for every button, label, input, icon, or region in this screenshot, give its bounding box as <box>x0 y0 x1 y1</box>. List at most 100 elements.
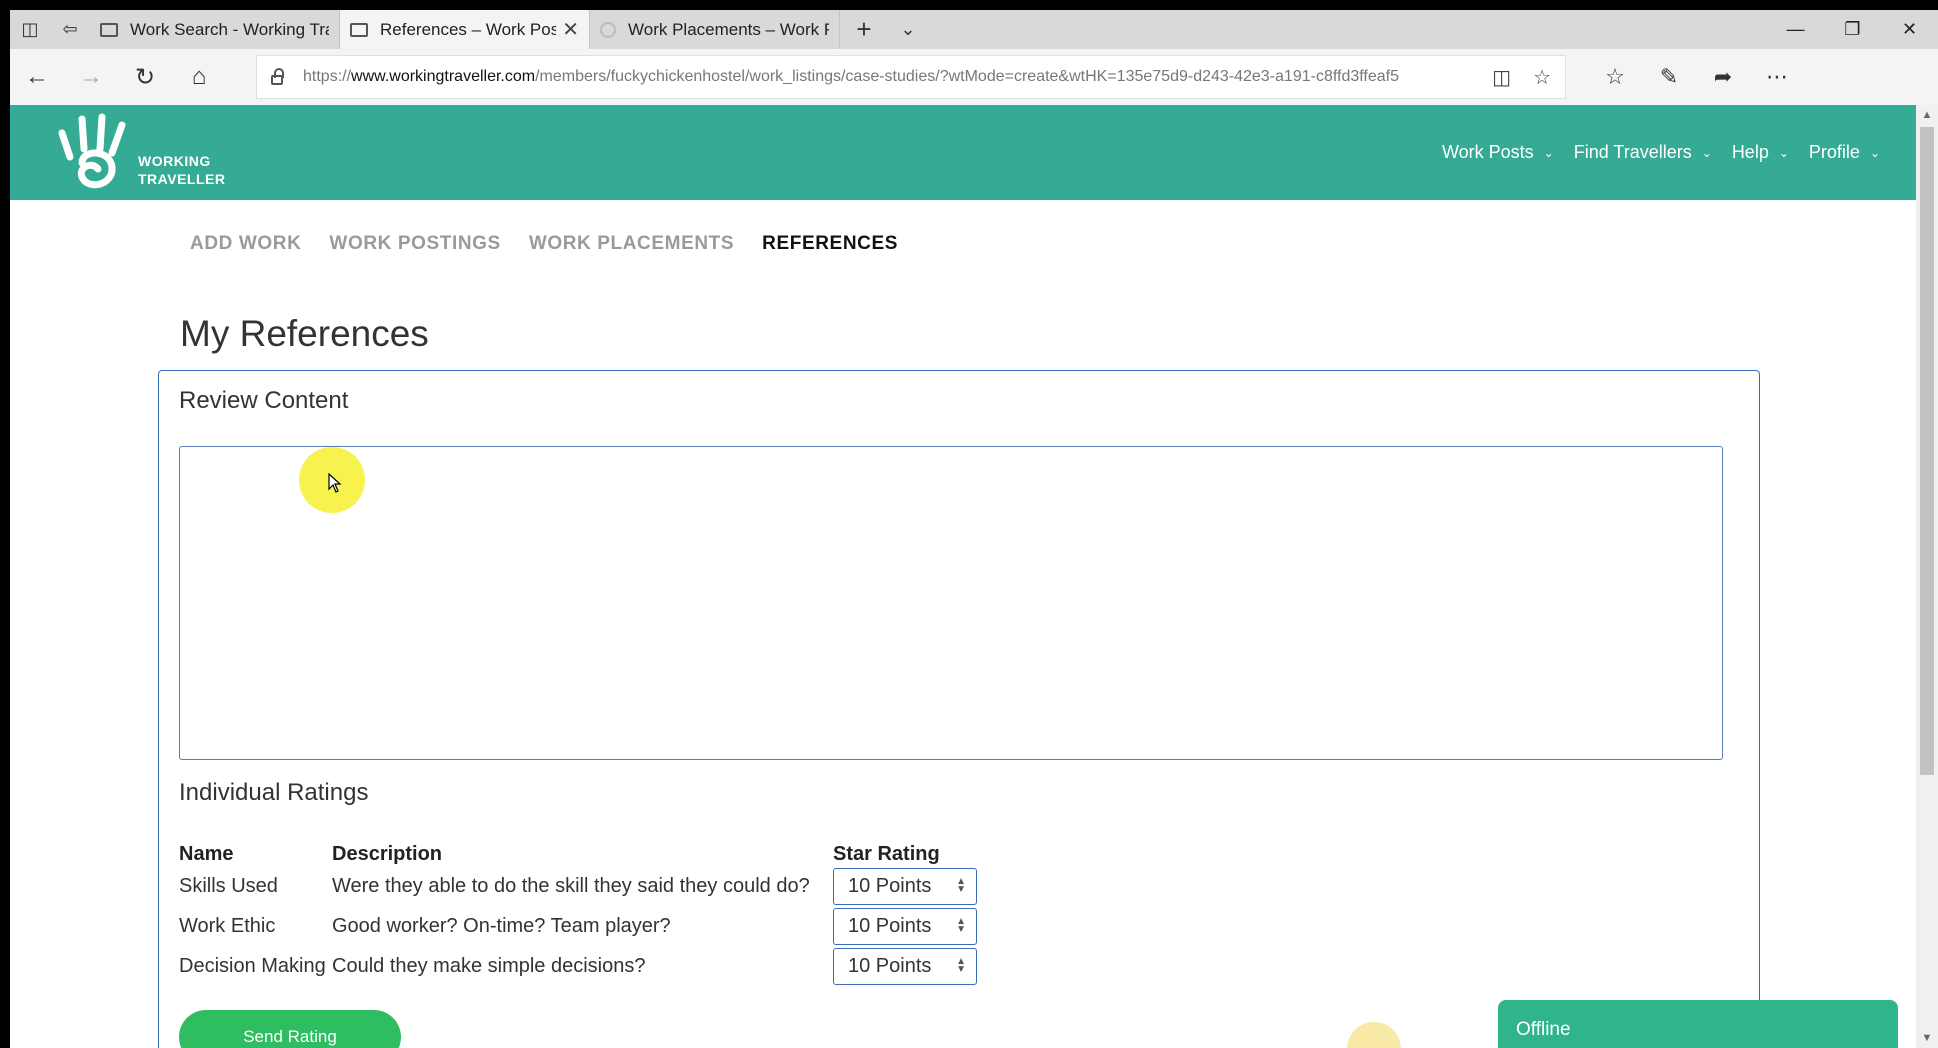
favorites-icon[interactable]: ☆ <box>1588 64 1642 90</box>
nav-label: Help <box>1731 142 1769 162</box>
chevron-down-icon: ⌄ <box>1543 145 1554 160</box>
page-viewport: WORKING TRAVELLER Work Posts ⌄ Find Trave… <box>10 105 1938 1048</box>
rating-select-skills-used[interactable]: 10 Points ▲ ▼ <box>833 867 977 905</box>
url-text[interactable]: https://www.workingtraveller.com/members… <box>303 68 1492 86</box>
browser-toolbar: ← → ↻ ⌂ https://www.workingtraveller.com… <box>10 49 1938 105</box>
close-window-icon[interactable]: ✕ <box>1881 10 1938 49</box>
rating-value: 10 Points <box>848 954 932 977</box>
scroll-up-icon[interactable]: ▲ <box>1916 105 1938 125</box>
browser-tab-work-placements[interactable]: Work Placements – Work Pc <box>590 10 840 49</box>
browser-tab-references[interactable]: References – Work Post ✕ <box>340 10 590 49</box>
hand-logo-icon <box>58 113 126 189</box>
browser-tab-work-search[interactable]: Work Search - Working Trav <box>90 10 340 49</box>
tab-strip: ◫ ⇦ Work Search - Working Trav Reference… <box>10 10 1938 49</box>
subnav-add-work[interactable]: ADD WORK <box>190 233 301 255</box>
ratings-header-row: Name Description Star Rating <box>179 836 993 866</box>
subnav-work-placements[interactable]: WORK PLACEMENTS <box>529 233 734 255</box>
reference-form: Review Content Individual Ratings Name D… <box>158 370 1760 1048</box>
more-icon[interactable]: ⋯ <box>1750 64 1804 90</box>
window-controls: — ❐ ✕ <box>1767 10 1938 49</box>
reading-view-icon[interactable]: ◫ <box>1492 65 1511 90</box>
home-icon[interactable]: ⌂ <box>172 49 226 105</box>
chevron-down-icon: ⌄ <box>1869 145 1880 160</box>
chevron-down-icon[interactable]: ⌄ <box>888 10 928 49</box>
close-tab-icon[interactable]: ✕ <box>562 17 579 42</box>
page-icon <box>350 22 368 37</box>
logo-line-2: TRAVELLER <box>138 171 226 187</box>
header-name: Name <box>179 843 234 865</box>
forward-icon[interactable]: → <box>64 49 118 105</box>
tab-label: References – Work Post <box>380 19 557 39</box>
rating-description: Could they make simple decisions? <box>332 954 646 977</box>
updown-arrows-icon: ▲ ▼ <box>956 876 966 895</box>
logo-wordmark: WORKING TRAVELLER <box>138 152 225 188</box>
tab-label: Work Placements – Work Pc <box>628 19 829 39</box>
toolbar-right: ☆ ✎ ➦ ⋯ <box>1588 64 1804 90</box>
scrollbar-thumb[interactable] <box>1920 127 1934 775</box>
tab-label: Work Search - Working Trav <box>130 19 329 39</box>
url-path: /members/fuckychickenhostel/work_listing… <box>535 68 1399 85</box>
review-content-title: Review Content <box>179 387 349 414</box>
mouse-cursor-icon <box>328 473 342 493</box>
ratings-table: Name Description Star Rating Skills Used… <box>179 836 993 986</box>
browser-window: ◫ ⇦ Work Search - Working Trav Reference… <box>10 10 1938 1048</box>
updown-arrows-icon: ▲ ▼ <box>956 956 966 975</box>
nav-profile[interactable]: Profile ⌄ <box>1809 142 1880 163</box>
page-scrollbar[interactable]: ▲ ▼ <box>1916 105 1938 1048</box>
refresh-icon[interactable]: ↻ <box>118 49 172 105</box>
rating-value: 10 Points <box>848 914 932 937</box>
new-tab-icon[interactable]: + <box>840 10 888 49</box>
site-logo[interactable]: WORKING TRAVELLER <box>52 111 225 195</box>
back-icon[interactable]: ← <box>10 49 64 105</box>
address-bar[interactable]: https://www.workingtraveller.com/members… <box>256 55 1566 99</box>
rating-cell: 10 Points ▲ ▼ <box>833 906 993 946</box>
nav-work-posts[interactable]: Work Posts ⌄ <box>1442 142 1554 163</box>
table-row: Work Ethic Good worker? On-time? Team pl… <box>179 906 993 946</box>
rating-cell: 10 Points ▲ ▼ <box>833 946 993 986</box>
page-icon <box>600 21 616 38</box>
rating-select-work-ethic[interactable]: 10 Points ▲ ▼ <box>833 907 977 945</box>
rating-name: Work Ethic <box>179 914 276 937</box>
subnav-references[interactable]: REFERENCES <box>762 233 898 255</box>
rating-name: Decision Making <box>179 954 326 977</box>
tab-manager-icon[interactable]: ◫ <box>10 10 50 49</box>
send-rating-button[interactable]: Send Rating <box>179 1010 401 1048</box>
table-row: Skills Used Were they able to do the ski… <box>179 866 993 906</box>
address-bar-icons: ◫ ☆ <box>1492 65 1551 90</box>
sub-nav: ADD WORK WORK POSTINGS WORK PLACEMENTS R… <box>190 233 898 255</box>
favorite-star-icon[interactable]: ☆ <box>1533 65 1551 90</box>
review-content-input[interactable] <box>179 446 1723 760</box>
nav-help[interactable]: Help ⌄ <box>1732 142 1789 163</box>
subnav-work-postings[interactable]: WORK POSTINGS <box>329 233 500 255</box>
site-header: WORKING TRAVELLER Work Posts ⌄ Find Trave… <box>10 105 1916 200</box>
page-title: My References <box>180 313 429 354</box>
minimize-icon[interactable]: — <box>1767 10 1824 49</box>
header-star-rating: Star Rating <box>833 843 940 865</box>
chat-widget[interactable]: Offline <box>1498 1000 1898 1048</box>
chevron-down-icon: ⌄ <box>1701 145 1712 160</box>
scroll-down-icon[interactable]: ▼ <box>1916 1028 1938 1048</box>
lock-icon <box>271 68 284 85</box>
main-nav: Work Posts ⌄ Find Travellers ⌄ Help ⌄ Profi… <box>1442 105 1880 200</box>
rating-name: Skills Used <box>179 874 278 897</box>
rating-cell: 10 Points ▲ ▼ <box>833 866 993 906</box>
individual-ratings-title: Individual Ratings <box>179 779 369 806</box>
logo-line-1: WORKING <box>138 153 211 169</box>
nav-find-travellers[interactable]: Find Travellers ⌄ <box>1574 142 1712 163</box>
url-prefix: https:// <box>303 68 352 85</box>
share-icon[interactable]: ➦ <box>1696 64 1750 90</box>
rating-description: Were they able to do the skill they said… <box>332 874 810 897</box>
nav-label: Profile <box>1808 142 1860 162</box>
updown-arrows-icon: ▲ ▼ <box>956 916 966 935</box>
header-description: Description <box>332 843 443 865</box>
restore-icon[interactable]: ❐ <box>1824 10 1881 49</box>
rating-description: Good worker? On-time? Team player? <box>332 914 671 937</box>
nav-label: Find Travellers <box>1573 142 1692 162</box>
rating-value: 10 Points <box>848 874 932 897</box>
nav-label: Work Posts <box>1441 142 1534 162</box>
rating-select-decision-making[interactable]: 10 Points ▲ ▼ <box>833 947 977 985</box>
table-row: Decision Making Could they make simple d… <box>179 946 993 986</box>
pen-icon[interactable]: ✎ <box>1642 64 1696 90</box>
page-icon <box>100 22 118 37</box>
set-aside-tabs-icon[interactable]: ⇦ <box>50 10 90 49</box>
